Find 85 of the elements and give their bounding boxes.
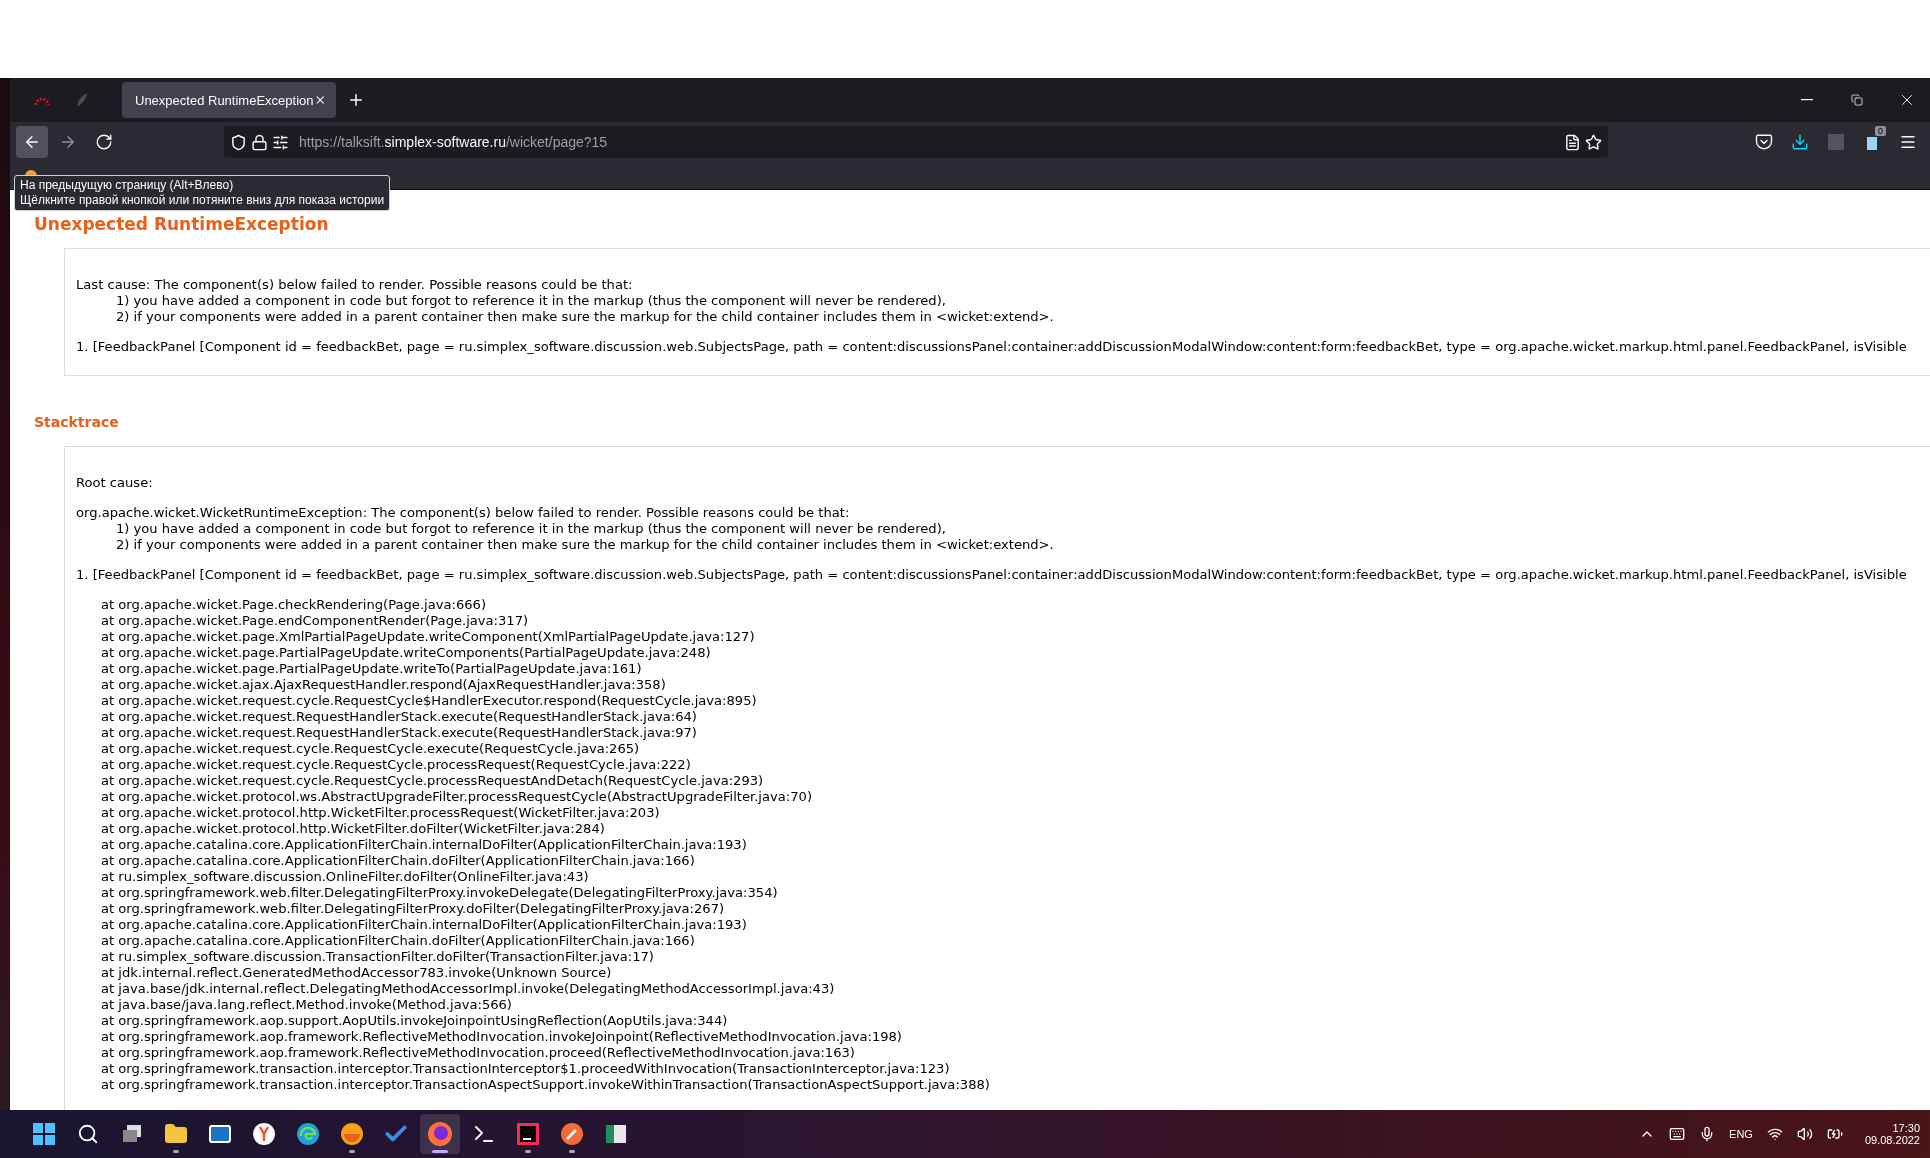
stack-frame: at org.springframework.web.filter.DelegatingFilterProxy.invokeDelegate(DelegatingFilterProxy.java:354)	[101, 885, 778, 901]
error-text: org.apache.wicket.WicketRuntimeException: The component(s) below failed to render. Possible reasons could be that:	[76, 505, 850, 521]
page-heading: Unexpected RuntimeException	[34, 214, 329, 234]
stack-frame: at org.apache.wicket.request.cycle.RequestCycle.processRequestAndDetach(RequestCycle.java:293)	[101, 773, 764, 789]
extension-icon	[1827, 133, 1845, 151]
stack-frame: at org.apache.wicket.Page.checkRendering(Page.java:666)	[101, 597, 487, 613]
stack-frame: at org.apache.wicket.page.PartialPageUpdate.writeComponents(PartialPageUpdate.java:248)	[101, 645, 711, 661]
folder-icon	[164, 1122, 188, 1146]
stack-frame: at org.apache.wicket.Page.endComponentRender(Page.java:317)	[101, 613, 529, 629]
stack-frame: at org.apache.wicket.protocol.ws.AbstractUpgradeFilter.processRequestCycle(AbstractUpgradeFilter.java:70)	[101, 789, 812, 805]
stack-frame: at org.apache.wicket.ajax.AjaxRequestHandler.respond(AjaxRequestHandler.java:358)	[101, 677, 666, 693]
extension-button[interactable]: 0	[1856, 126, 1888, 158]
reload-icon	[95, 133, 113, 151]
stack-frame: at org.apache.catalina.core.ApplicationFilterChain.internalDoFilter(ApplicationFilterChain.java:193)	[101, 917, 747, 933]
stack-frame: at org.springframework.web.filter.DelegatingFilterProxy.doFilter(DelegatingFilterProxy.java:267)	[101, 901, 725, 917]
count-badge: 0	[1875, 126, 1886, 136]
address-bar[interactable]: https://talksift.simplex-software.ru/wicket/page?15	[224, 126, 1608, 158]
spreadsheet-icon	[605, 1123, 627, 1145]
menu-icon	[1899, 133, 1917, 151]
minimize-icon	[1801, 99, 1813, 101]
time-text: 17:30	[1892, 1122, 1920, 1134]
stack-frame: at org.apache.wicket.page.PartialPageUpdate.writeTo(PartialPageUpdate.java:161)	[101, 661, 642, 677]
windows-logo-icon	[33, 1123, 55, 1145]
battery-icon[interactable]	[1826, 1126, 1843, 1142]
fox-globe-icon	[427, 1121, 453, 1147]
section-heading: Stacktrace	[34, 413, 119, 432]
keyboard-icon[interactable]	[1669, 1126, 1686, 1142]
browser-tab[interactable]: Unexpected RuntimeException	[122, 82, 336, 118]
permissions-icon[interactable]	[272, 133, 289, 151]
stack-frame: at java.base/jdk.internal.reflect.DelegatingMethodAccessorImpl.invoke(DelegatingMethodAccessorImpl.java:43)	[101, 981, 835, 997]
stack-frame: at org.springframework.aop.framework.ReflectiveMethodInvocation.proceed(ReflectiveMethodInvocation.java:163)	[101, 1045, 855, 1061]
taskbar-app[interactable]	[420, 1114, 460, 1154]
stack-frame: at ru.simplex_software.discussion.TransactionFilter.doFilter(TransactionFilter.java:17)	[101, 949, 654, 965]
pen-circle-icon	[560, 1122, 584, 1146]
tooltip-text: Щёлкните правой кнопкой или потяните вниз для показа истории	[20, 193, 385, 208]
stack-frame: at org.apache.catalina.core.ApplicationFilterChain.doFilter(ApplicationFilterChain.java:166)	[101, 933, 695, 949]
error-text: 1. [FeedbackPanel [Component id = feedbackBet, page = ru.simplex_software.discussion.web.SubjectsPage, path = content:discussionsPanel:container:addDiscussionModalWindow:content:form:feedbackBet, type = org.apache.wicket.markup.html.panel.FeedbackPanel, isVisible	[76, 567, 1907, 583]
stack-frame: at org.apache.wicket.protocol.http.WicketFilter.doFilter(WicketFilter.java:284)	[101, 821, 605, 837]
forward-arrow-icon	[59, 133, 77, 151]
stack-frame: at org.apache.wicket.request.cycle.RequestCycle.processRequest(RequestCycle.java:222)	[101, 757, 691, 773]
clock[interactable]: 17:30 09.08.2022	[1864, 1122, 1920, 1146]
stack-frame: at org.apache.wicket.request.RequestHandlerStack.execute(RequestHandlerStack.java:97)	[101, 725, 697, 741]
stack-frame: at org.apache.catalina.core.ApplicationFilterChain.doFilter(ApplicationFilterChain.java:166)	[101, 853, 695, 869]
stack-frame: at org.apache.wicket.request.RequestHandlerStack.execute(RequestHandlerStack.java:64)	[101, 709, 697, 725]
error-text: Root cause:	[76, 475, 153, 491]
language-indicator[interactable]: ENG	[1729, 1128, 1753, 1140]
stack-frame: at org.springframework.transaction.interceptor.TransactionInterceptor$1.proceedWithInvocation(TransactionInterceptor.java:123)	[101, 1061, 950, 1077]
error-text: Last cause: The component(s) below failed to render. Possible reasons could be that:	[76, 277, 633, 293]
swirl-icon	[296, 1122, 320, 1146]
search-icon	[77, 1123, 99, 1145]
plus-icon	[347, 91, 365, 109]
stack-frame: at org.apache.wicket.request.cycle.RequestCycle$HandlerExecutor.respond(RequestCycle.java:895)	[101, 693, 757, 709]
shield-icon[interactable]	[230, 133, 247, 151]
stack-frame: at java.base/java.lang.reflect.Method.invoke(Method.java:566)	[101, 997, 512, 1013]
error-text: 2) if your components were added in a parent container then make sure the markup for the child container includes them in <wicket:extend>.	[115, 309, 1054, 325]
lock-icon[interactable]	[251, 133, 268, 151]
error-text: 1. [FeedbackPanel [Component id = feedbackBet, page = ru.simplex_software.discussion.web.SubjectsPage, path = content:discussionsPanel:container:addDiscussionModalWindow:content:form:feedbackBet, type = org.apache.wicket.markup.html.panel.FeedbackPanel, isVisible	[76, 339, 1907, 355]
error-text: 2) if your components were added in a parent container then make sure the markup for the child container includes them in <wicket:extend>.	[115, 537, 1054, 553]
ij-square-icon	[516, 1122, 540, 1146]
bookmark-star-icon[interactable]	[1585, 133, 1602, 151]
y-circle-icon	[252, 1122, 276, 1146]
mail-icon	[208, 1122, 232, 1146]
feather-icon	[75, 92, 89, 108]
stack-frame: at org.apache.wicket.page.XmlPartialPageUpdate.writeComponent(XmlPartialPageUpdate.java:127)	[101, 629, 755, 645]
tooltip-text: На предыдущую страницу (Alt+Влево)	[20, 178, 235, 193]
wifi-icon[interactable]	[1766, 1126, 1783, 1142]
stack-frame: at org.apache.catalina.core.ApplicationFilterChain.internalDoFilter(ApplicationFilterChain.java:193)	[101, 837, 747, 853]
pocket-icon	[1755, 133, 1773, 151]
stack-frame: at jdk.internal.reflect.GeneratedMethodAccessor783.invoke(Unknown Source)	[101, 965, 612, 981]
restore-icon	[1851, 94, 1863, 106]
stack-frame: at ru.simplex_software.discussion.OnlineFilter.doFilter(OnlineFilter.java:43)	[101, 869, 589, 885]
error-text: 1) you have added a component in code but forgot to reference it in the markup (thus the component will never be rendered),	[115, 293, 946, 309]
stack-frame: at org.apache.wicket.protocol.http.WicketFilter.processRequest(WicketFilter.java:203)	[101, 805, 660, 821]
date-text: 09.08.2022	[1864, 1134, 1920, 1146]
stack-frame: at org.springframework.transaction.interceptor.TransactionAspectSupport.invokeWithinTransaction(TransactionAspectSupport.java:388)	[101, 1077, 990, 1093]
download-icon	[1791, 133, 1809, 151]
stacked-squares-icon	[121, 1123, 143, 1145]
stack-frame: at org.springframework.aop.framework.ReflectiveMethodInvocation.invokeJoinpoint(ReflectiveMethodInvocation.java:198)	[101, 1029, 902, 1045]
reader-view-icon[interactable]	[1564, 133, 1581, 151]
half-circle-icon	[340, 1122, 364, 1146]
error-text: 1) you have added a component in code but forgot to reference it in the markup (thus the component will never be rendered),	[115, 521, 946, 537]
back-button[interactable]	[16, 126, 48, 158]
stack-frame: at org.springframework.aop.support.AopUtils.invokeJoinpointUsingReflection(AopUtils.java:344)	[101, 1013, 728, 1029]
speaker-icon[interactable]	[1796, 1126, 1813, 1142]
stack-frame: at org.apache.wicket.request.cycle.RequestCycle.execute(RequestCycle.java:265)	[101, 741, 640, 757]
